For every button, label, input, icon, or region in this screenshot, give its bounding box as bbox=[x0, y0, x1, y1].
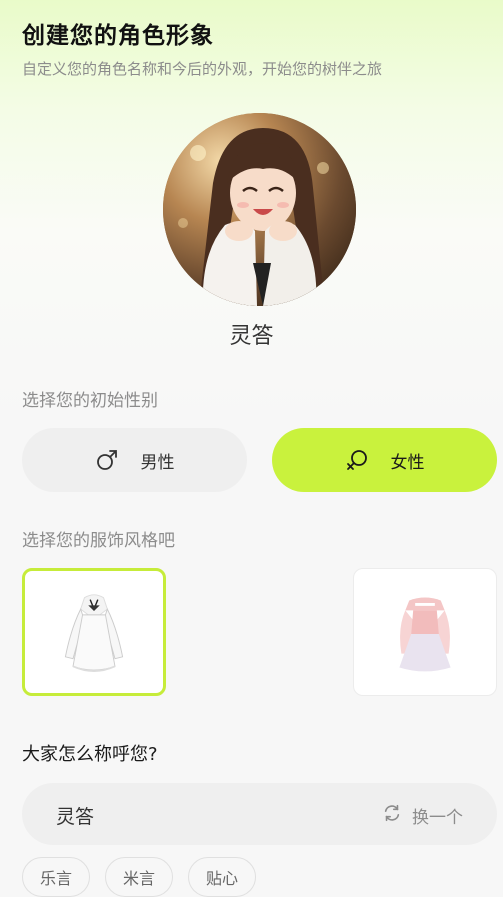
outfit-option-pink[interactable] bbox=[353, 568, 497, 696]
gender-section-label: 选择您的初始性别 bbox=[22, 391, 158, 411]
avatar[interactable] bbox=[163, 113, 356, 306]
change-name-button[interactable]: 换一个 bbox=[382, 803, 463, 828]
naming-question: 大家怎么称呼您? bbox=[22, 744, 158, 765]
outfit-option-white[interactable] bbox=[22, 568, 166, 696]
name-field[interactable]: 灵答 换一个 bbox=[22, 783, 497, 845]
name-suggestion-chip[interactable]: 贴心 bbox=[188, 857, 257, 897]
gender-female-label: 女性 bbox=[390, 452, 425, 473]
gender-male-label: 男性 bbox=[140, 452, 175, 473]
gender-male-button[interactable]: 男性 bbox=[22, 428, 247, 492]
pink-dress-image bbox=[399, 597, 451, 672]
female-icon bbox=[345, 448, 369, 472]
character-name: 灵答 bbox=[229, 324, 274, 349]
name-value[interactable]: 灵答 bbox=[56, 802, 94, 829]
name-suggestion-chip[interactable]: 乐言 bbox=[22, 857, 91, 897]
page-subtitle: 自定义您的角色名称和今后的外观，开始您的树伴之旅 bbox=[22, 60, 383, 78]
male-icon bbox=[95, 448, 119, 472]
page-title: 创建您的角色形象 bbox=[22, 23, 214, 49]
avatar-image bbox=[163, 113, 356, 306]
gender-female-button[interactable]: 女性 bbox=[272, 428, 497, 492]
white-dress-image bbox=[64, 594, 124, 673]
refresh-icon bbox=[382, 803, 402, 828]
change-name-label: 换一个 bbox=[412, 808, 463, 828]
outfit-section-label: 选择您的服饰风格吧 bbox=[22, 531, 175, 551]
name-suggestion-chip[interactable]: 米言 bbox=[105, 857, 174, 897]
